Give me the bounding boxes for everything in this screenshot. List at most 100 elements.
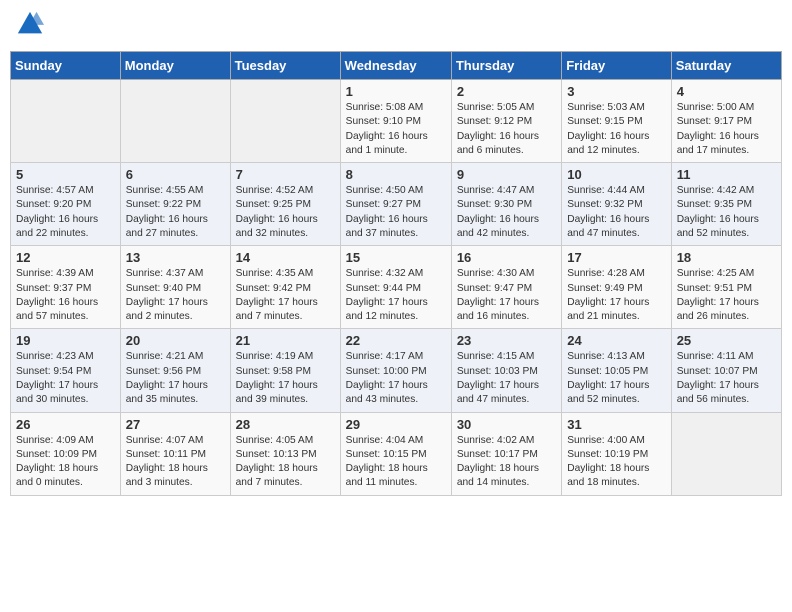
page-header (10, 10, 782, 43)
calendar-cell: 30 Sunrise: 4:02 AM Sunset: 10:17 PM Dayl… (451, 412, 561, 495)
day-number: 24 (567, 333, 665, 348)
calendar-cell: 18 Sunrise: 4:25 AM Sunset: 9:51 PM Dayli… (671, 246, 781, 329)
weekday-header-saturday: Saturday (671, 52, 781, 80)
day-number: 4 (677, 84, 776, 99)
calendar-cell: 14 Sunrise: 4:35 AM Sunset: 9:42 PM Dayli… (230, 246, 340, 329)
calendar-cell: 12 Sunrise: 4:39 AM Sunset: 9:37 PM Dayli… (11, 246, 121, 329)
day-number: 12 (16, 250, 115, 265)
day-number: 14 (236, 250, 335, 265)
day-info: Sunrise: 4:13 AM Sunset: 10:05 PM Daylig… (567, 350, 665, 407)
calendar-cell: 25 Sunrise: 4:11 AM Sunset: 10:07 PM Dayl… (671, 329, 781, 412)
calendar-cell (11, 80, 121, 163)
calendar-cell: 10 Sunrise: 4:44 AM Sunset: 9:32 PM Dayli… (562, 163, 671, 246)
day-number: 31 (567, 417, 665, 432)
day-number: 18 (677, 250, 776, 265)
calendar-week-2: 5 Sunrise: 4:57 AM Sunset: 9:20 PM Daylig… (11, 163, 782, 246)
day-info: Sunrise: 4:17 AM Sunset: 10:00 PM Daylig… (346, 350, 446, 407)
day-info: Sunrise: 4:37 AM Sunset: 9:40 PM Dayligh… (126, 267, 225, 324)
day-info: Sunrise: 4:00 AM Sunset: 10:19 PM Daylig… (567, 434, 665, 491)
day-info: Sunrise: 4:23 AM Sunset: 9:54 PM Dayligh… (16, 350, 115, 407)
weekday-header-sunday: Sunday (11, 52, 121, 80)
day-number: 9 (457, 167, 556, 182)
calendar-cell: 13 Sunrise: 4:37 AM Sunset: 9:40 PM Dayli… (120, 246, 230, 329)
day-info: Sunrise: 4:05 AM Sunset: 10:13 PM Daylig… (236, 434, 335, 491)
day-info: Sunrise: 4:35 AM Sunset: 9:42 PM Dayligh… (236, 267, 335, 324)
day-number: 16 (457, 250, 556, 265)
calendar-cell: 24 Sunrise: 4:13 AM Sunset: 10:05 PM Dayl… (562, 329, 671, 412)
calendar-week-4: 19 Sunrise: 4:23 AM Sunset: 9:54 PM Dayli… (11, 329, 782, 412)
day-number: 5 (16, 167, 115, 182)
day-number: 25 (677, 333, 776, 348)
day-info: Sunrise: 4:07 AM Sunset: 10:11 PM Daylig… (126, 434, 225, 491)
day-number: 29 (346, 417, 446, 432)
calendar-week-3: 12 Sunrise: 4:39 AM Sunset: 9:37 PM Dayli… (11, 246, 782, 329)
day-info: Sunrise: 5:03 AM Sunset: 9:15 PM Dayligh… (567, 101, 665, 158)
day-number: 8 (346, 167, 446, 182)
calendar-cell: 28 Sunrise: 4:05 AM Sunset: 10:13 PM Dayl… (230, 412, 340, 495)
calendar-cell: 17Sunrise: 4:28 AM Sunset: 9:49 PM Dayli… (562, 246, 671, 329)
calendar-table: SundayMondayTuesdayWednesdayThursdayFrid… (10, 51, 782, 496)
weekday-header-monday: Monday (120, 52, 230, 80)
day-number: 6 (126, 167, 225, 182)
day-info: Sunrise: 4:39 AM Sunset: 9:37 PM Dayligh… (16, 267, 115, 324)
day-info: Sunrise: 5:08 AM Sunset: 9:10 PM Dayligh… (346, 101, 446, 158)
calendar-cell (230, 80, 340, 163)
calendar-cell: 16 Sunrise: 4:30 AM Sunset: 9:47 PM Dayli… (451, 246, 561, 329)
day-info: Sunrise: 4:04 AM Sunset: 10:15 PM Daylig… (346, 434, 446, 491)
day-number: 27 (126, 417, 225, 432)
day-info: Sunrise: 4:50 AM Sunset: 9:27 PM Dayligh… (346, 184, 446, 241)
calendar-week-5: 26 Sunrise: 4:09 AM Sunset: 10:09 PM Dayl… (11, 412, 782, 495)
day-info: Sunrise: 4:30 AM Sunset: 9:47 PM Dayligh… (457, 267, 556, 324)
day-number: 10 (567, 167, 665, 182)
logo (14, 10, 44, 43)
calendar-cell: 21 Sunrise: 4:19 AM Sunset: 9:58 PM Dayli… (230, 329, 340, 412)
day-number: 1 (346, 84, 446, 99)
day-number: 22 (346, 333, 446, 348)
day-info: Sunrise: 4:55 AM Sunset: 9:22 PM Dayligh… (126, 184, 225, 241)
day-number: 15 (346, 250, 446, 265)
calendar-cell: 26 Sunrise: 4:09 AM Sunset: 10:09 PM Dayl… (11, 412, 121, 495)
day-info: Sunrise: 4:19 AM Sunset: 9:58 PM Dayligh… (236, 350, 335, 407)
day-number: 13 (126, 250, 225, 265)
day-number: 21 (236, 333, 335, 348)
calendar-cell: 3 Sunrise: 5:03 AM Sunset: 9:15 PM Daylig… (562, 80, 671, 163)
weekday-header-friday: Friday (562, 52, 671, 80)
day-number: 20 (126, 333, 225, 348)
day-info: Sunrise: 4:15 AM Sunset: 10:03 PM Daylig… (457, 350, 556, 407)
day-info: Sunrise: 4:57 AM Sunset: 9:20 PM Dayligh… (16, 184, 115, 241)
day-info: Sunrise: 4:02 AM Sunset: 10:17 PM Daylig… (457, 434, 556, 491)
day-number: 26 (16, 417, 115, 432)
weekday-header-row: SundayMondayTuesdayWednesdayThursdayFrid… (11, 52, 782, 80)
calendar-cell: 7Sunrise: 4:52 AM Sunset: 9:25 PM Daylig… (230, 163, 340, 246)
calendar-cell (120, 80, 230, 163)
day-info: Sunrise: 4:11 AM Sunset: 10:07 PM Daylig… (677, 350, 776, 407)
day-info: Sunrise: 4:44 AM Sunset: 9:32 PM Dayligh… (567, 184, 665, 241)
calendar-week-1: 1 Sunrise: 5:08 AM Sunset: 9:10 PM Daylig… (11, 80, 782, 163)
calendar-cell: 22 Sunrise: 4:17 AM Sunset: 10:00 PM Dayl… (340, 329, 451, 412)
calendar-cell: 2Sunrise: 5:05 AM Sunset: 9:12 PM Daylig… (451, 80, 561, 163)
calendar-cell: 6 Sunrise: 4:55 AM Sunset: 9:22 PM Daylig… (120, 163, 230, 246)
weekday-header-thursday: Thursday (451, 52, 561, 80)
day-info: Sunrise: 4:21 AM Sunset: 9:56 PM Dayligh… (126, 350, 225, 407)
calendar-cell: 11Sunrise: 4:42 AM Sunset: 9:35 PM Dayli… (671, 163, 781, 246)
weekday-header-wednesday: Wednesday (340, 52, 451, 80)
day-number: 3 (567, 84, 665, 99)
day-info: Sunrise: 4:47 AM Sunset: 9:30 PM Dayligh… (457, 184, 556, 241)
weekday-header-tuesday: Tuesday (230, 52, 340, 80)
calendar-cell: 5 Sunrise: 4:57 AM Sunset: 9:20 PM Daylig… (11, 163, 121, 246)
day-number: 28 (236, 417, 335, 432)
day-number: 11 (677, 167, 776, 182)
day-number: 19 (16, 333, 115, 348)
day-number: 2 (457, 84, 556, 99)
day-number: 23 (457, 333, 556, 348)
day-info: Sunrise: 4:28 AM Sunset: 9:49 PM Dayligh… (567, 267, 665, 324)
calendar-cell: 23 Sunrise: 4:15 AM Sunset: 10:03 PM Dayl… (451, 329, 561, 412)
calendar-cell: 29 Sunrise: 4:04 AM Sunset: 10:15 PM Dayl… (340, 412, 451, 495)
day-info: Sunrise: 4:09 AM Sunset: 10:09 PM Daylig… (16, 434, 115, 491)
calendar-cell: 8 Sunrise: 4:50 AM Sunset: 9:27 PM Daylig… (340, 163, 451, 246)
calendar-cell: 15Sunrise: 4:32 AM Sunset: 9:44 PM Dayli… (340, 246, 451, 329)
day-number: 30 (457, 417, 556, 432)
day-info: Sunrise: 4:25 AM Sunset: 9:51 PM Dayligh… (677, 267, 776, 324)
calendar-cell: 31 Sunrise: 4:00 AM Sunset: 10:19 PM Dayl… (562, 412, 671, 495)
calendar-cell: 4Sunrise: 5:00 AM Sunset: 9:17 PM Daylig… (671, 80, 781, 163)
